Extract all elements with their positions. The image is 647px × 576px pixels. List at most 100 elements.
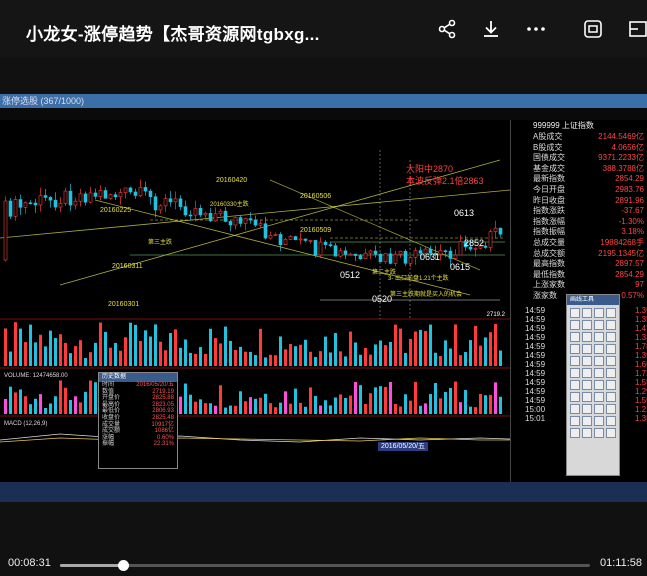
tick-time: 14:59	[525, 341, 546, 351]
draw-tool-button[interactable]	[570, 416, 580, 426]
draw-tool-button[interactable]	[582, 344, 592, 354]
more-icon[interactable]	[523, 16, 549, 42]
draw-tool-button[interactable]	[606, 356, 616, 366]
tick-value: 1.59	[635, 395, 647, 405]
candle-body	[53, 199, 58, 208]
os-taskbar	[0, 482, 647, 502]
indicator-bar	[314, 395, 317, 414]
draw-tool-button[interactable]	[570, 404, 580, 414]
draw-tool-button[interactable]	[594, 332, 604, 342]
pip-icon[interactable]	[625, 16, 647, 42]
annot-4: 20160330主跌	[210, 200, 249, 208]
draw-tool-button[interactable]	[594, 320, 604, 330]
candle-body	[33, 202, 38, 206]
indicator-bar	[94, 382, 97, 414]
draw-tool-button[interactable]	[570, 356, 580, 366]
indicator-bar	[84, 391, 87, 414]
draw-tool-button[interactable]	[594, 416, 604, 426]
draw-tool-button[interactable]	[582, 356, 592, 366]
draw-tool-button[interactable]	[594, 308, 604, 318]
draw-tool-button[interactable]	[594, 380, 604, 390]
draw-tool-button[interactable]	[582, 392, 592, 402]
volume-bar	[209, 328, 212, 366]
draw-tool-button[interactable]	[570, 344, 580, 354]
label-mid-peak: 20160506	[300, 193, 331, 200]
draw-tool-button[interactable]	[594, 392, 604, 402]
indicator-bar	[354, 382, 357, 414]
volume-bar	[164, 350, 167, 366]
volume-bar	[64, 342, 67, 366]
tick-time: 14:59	[525, 350, 546, 360]
volume-bar	[204, 353, 207, 366]
indicator-bar	[374, 387, 377, 414]
history-label: 收盘价	[102, 414, 121, 421]
indicator-bar	[479, 394, 482, 414]
draw-tool-window[interactable]: 画线工具	[566, 294, 620, 476]
screenshot-icon[interactable]	[580, 16, 606, 42]
draw-tool-button[interactable]	[606, 332, 616, 342]
candle-body	[28, 202, 33, 205]
indicator-bar	[249, 397, 252, 414]
draw-tool-button[interactable]	[570, 368, 580, 378]
download-icon[interactable]	[478, 16, 504, 42]
draw-tool-button[interactable]	[606, 368, 616, 378]
draw-tool-button[interactable]	[570, 428, 580, 438]
volume-bar	[494, 323, 497, 366]
draw-tool-button[interactable]	[582, 308, 592, 318]
share-icon[interactable]	[434, 16, 460, 42]
tick-time: 14:59	[525, 368, 546, 378]
candle-body	[498, 227, 503, 235]
annot-3: 第三主跌	[148, 238, 172, 246]
indicator-bar	[434, 382, 437, 414]
volume-bar	[239, 346, 242, 366]
volume-bar	[404, 352, 407, 366]
draw-tool-button[interactable]	[582, 428, 592, 438]
draw-tool-button[interactable]	[594, 404, 604, 414]
indicator-bar	[9, 386, 12, 414]
candle-body	[223, 210, 228, 222]
draw-tool-button[interactable]	[570, 320, 580, 330]
candle-body	[73, 200, 78, 206]
draw-tool-button[interactable]	[582, 320, 592, 330]
history-row: 最低价 2806.93	[99, 408, 177, 415]
draw-tool-button[interactable]	[606, 428, 616, 438]
indicator-bar	[219, 385, 222, 414]
draw-tool-button[interactable]	[582, 332, 592, 342]
indicator-bar	[184, 383, 187, 414]
volume-bar	[129, 322, 132, 366]
draw-tool-button[interactable]	[606, 344, 616, 354]
volume-bar	[399, 328, 402, 366]
draw-tool-button[interactable]	[594, 356, 604, 366]
draw-tool-button[interactable]	[606, 308, 616, 318]
history-info-window[interactable]: 历史数据 时间 2016/05/20/五 数值 2719.19 开盘价 2825.88 最高…	[98, 372, 178, 469]
draw-tool-button[interactable]	[606, 392, 616, 402]
draw-tool-button[interactable]	[606, 320, 616, 330]
quote-row: B股成交 4.0656亿	[511, 143, 647, 154]
draw-tool-button[interactable]	[570, 308, 580, 318]
history-row: 收盘价 2825.48	[99, 415, 177, 422]
draw-tool-button[interactable]	[582, 380, 592, 390]
draw-tool-button[interactable]	[582, 404, 592, 414]
draw-tool-button[interactable]	[570, 392, 580, 402]
progress-bar[interactable]	[60, 560, 590, 571]
volume-bar	[344, 356, 347, 366]
draw-tool-button[interactable]	[570, 380, 580, 390]
quote-value: 19884268手	[600, 237, 644, 247]
volume-bar	[274, 355, 277, 366]
progress-knob[interactable]	[117, 560, 129, 571]
candle-body	[278, 234, 283, 245]
draw-tool-button[interactable]	[606, 404, 616, 414]
draw-tool-button[interactable]	[582, 416, 592, 426]
draw-tool-button[interactable]	[570, 332, 580, 342]
draw-tool-grid	[567, 305, 619, 441]
draw-tool-button[interactable]	[594, 368, 604, 378]
draw-tool-button[interactable]	[594, 428, 604, 438]
draw-tool-button[interactable]	[582, 368, 592, 378]
quote-row: 国债成交 9371.2233亿	[511, 153, 647, 164]
top-bar: 小龙女-涨停趋势【杰哥资源网tgbxg...	[0, 0, 647, 58]
indicator-bar	[429, 394, 432, 414]
video-frame[interactable]: 涨停选股 (367/1000) 20160420 20160506 201603…	[0, 94, 647, 502]
draw-tool-button[interactable]	[606, 416, 616, 426]
draw-tool-button[interactable]	[594, 344, 604, 354]
draw-tool-button[interactable]	[606, 380, 616, 390]
